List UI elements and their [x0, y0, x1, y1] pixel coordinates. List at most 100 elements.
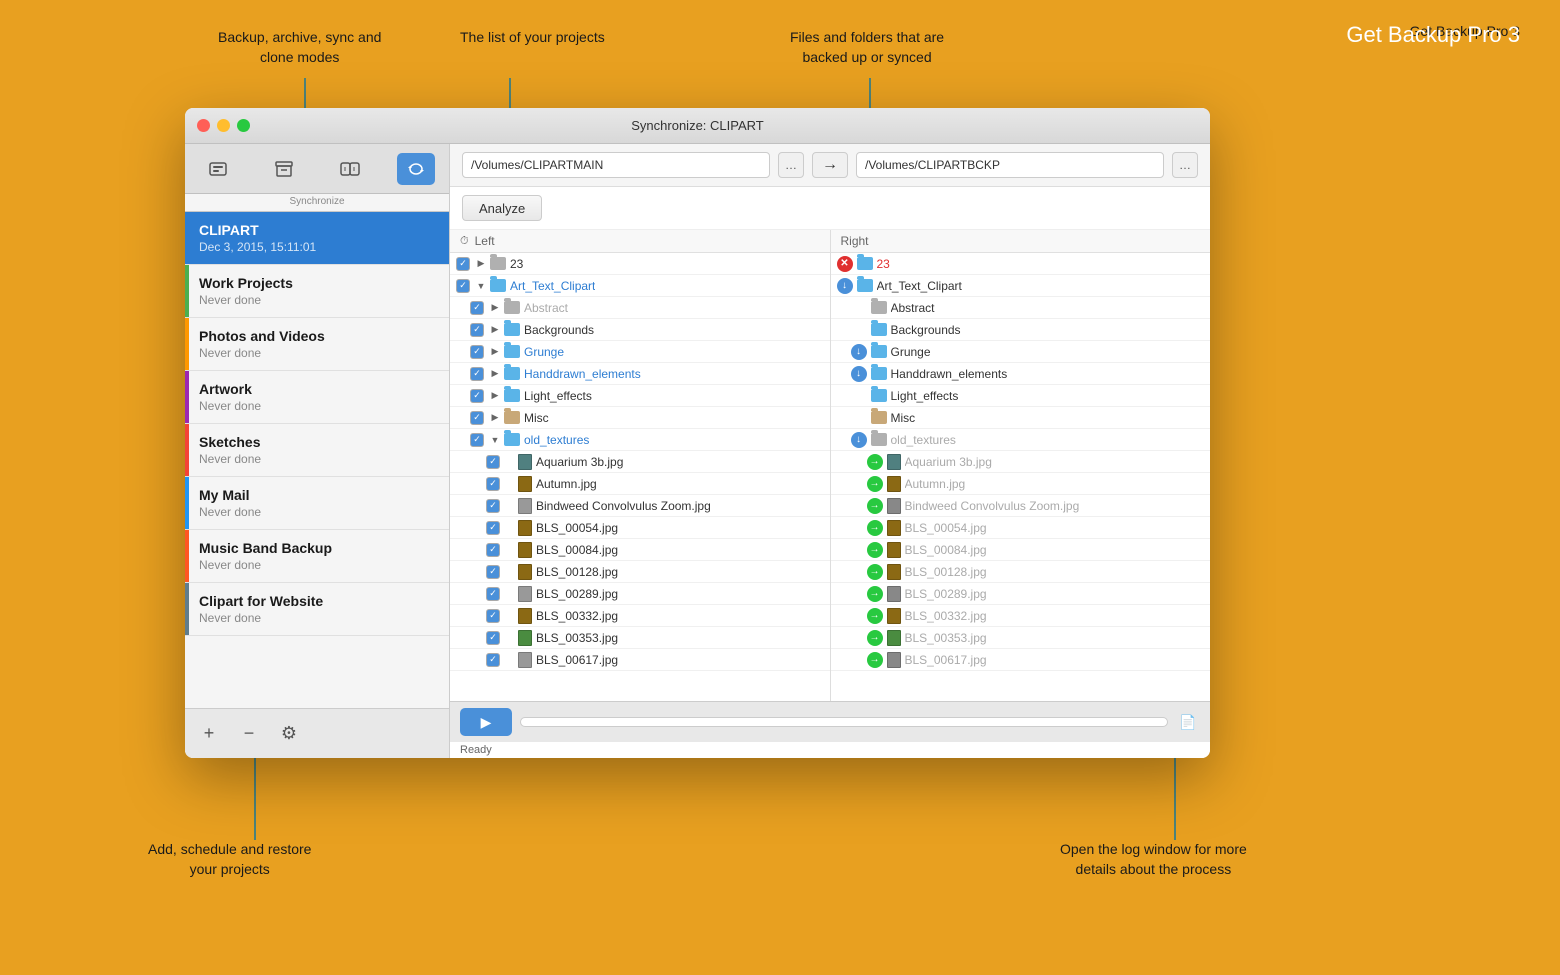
tree-checkbox[interactable]: ✓: [486, 521, 500, 535]
right-tree-row[interactable]: →BLS_00332.jpg: [831, 605, 1211, 627]
sync-mode-btn[interactable]: [397, 153, 435, 185]
right-tree-row[interactable]: Backgrounds: [831, 319, 1211, 341]
tree-checkbox[interactable]: ✓: [486, 455, 500, 469]
left-tree-row[interactable]: ✓BLS_00332.jpg: [450, 605, 830, 627]
tree-checkbox[interactable]: ✓: [456, 279, 470, 293]
tree-checkbox[interactable]: ✓: [486, 587, 500, 601]
project-item[interactable]: Work ProjectsNever done: [185, 265, 449, 318]
left-tree-row[interactable]: ✓Autumn.jpg: [450, 473, 830, 495]
left-tree-row[interactable]: ✓BLS_00617.jpg: [450, 649, 830, 671]
left-file-tree[interactable]: ⏱ Left ✓▶23✓▼Art_Text_Clipart✓▶Abstract✓…: [450, 230, 830, 701]
play-btn[interactable]: ▶: [460, 708, 512, 736]
right-path-browse-btn[interactable]: …: [1172, 152, 1198, 178]
add-project-btn[interactable]: +: [197, 722, 221, 746]
left-tree-row[interactable]: ✓▶Misc: [450, 407, 830, 429]
right-tree-row[interactable]: Misc: [831, 407, 1211, 429]
project-item[interactable]: Music Band BackupNever done: [185, 530, 449, 583]
right-tree-row[interactable]: ✕23: [831, 253, 1211, 275]
left-tree-row[interactable]: ✓BLS_00084.jpg: [450, 539, 830, 561]
tree-label: Light_effects: [524, 389, 592, 403]
left-tree-row[interactable]: ✓BLS_00289.jpg: [450, 583, 830, 605]
left-tree-row[interactable]: ✓▶Abstract: [450, 297, 830, 319]
tree-expander[interactable]: ▶: [488, 367, 502, 381]
right-tree-row[interactable]: →BLS_00128.jpg: [831, 561, 1211, 583]
close-button[interactable]: [197, 119, 210, 132]
left-tree-row[interactable]: ✓▼old_textures: [450, 429, 830, 451]
remove-project-btn[interactable]: −: [237, 722, 261, 746]
tree-expander[interactable]: ▶: [488, 301, 502, 315]
left-tree-row[interactable]: ✓ BLS_00353.jpg: [450, 627, 830, 649]
tree-checkbox[interactable]: ✓: [486, 499, 500, 513]
right-file-tree[interactable]: Right ✕23↓Art_Text_ClipartAbstractBackgr…: [831, 230, 1211, 701]
right-tree-row[interactable]: →Bindweed Convolvulus Zoom.jpg: [831, 495, 1211, 517]
right-tree-row[interactable]: ↓Handdrawn_elements: [831, 363, 1211, 385]
left-path-input[interactable]: [462, 152, 770, 178]
maximize-button[interactable]: [237, 119, 250, 132]
right-tree-row[interactable]: →Aquarium 3b.jpg: [831, 451, 1211, 473]
analyze-btn[interactable]: Analyze: [462, 195, 542, 221]
tree-checkbox[interactable]: ✓: [486, 565, 500, 579]
right-tree-row[interactable]: →BLS_00054.jpg: [831, 517, 1211, 539]
tree-checkbox[interactable]: ✓: [470, 411, 484, 425]
right-tree-row[interactable]: ↓old_textures: [831, 429, 1211, 451]
right-tree-row[interactable]: →Autumn.jpg: [831, 473, 1211, 495]
tree-checkbox[interactable]: ✓: [486, 543, 500, 557]
left-tree-row[interactable]: ✓▼Art_Text_Clipart: [450, 275, 830, 297]
tree-expander[interactable]: ▼: [488, 433, 502, 447]
project-item[interactable]: CLIPARTDec 3, 2015, 15:11:01: [185, 212, 449, 265]
tree-checkbox[interactable]: ✓: [470, 433, 484, 447]
right-tree-row[interactable]: →BLS_00353.jpg: [831, 627, 1211, 649]
tree-checkbox[interactable]: ✓: [456, 257, 470, 271]
left-tree-row[interactable]: ✓BLS_00054.jpg: [450, 517, 830, 539]
left-tree-row[interactable]: ✓ ▶ Light_effects: [450, 385, 830, 407]
left-tree-row[interactable]: ✓▶Grunge: [450, 341, 830, 363]
tree-checkbox[interactable]: ✓: [486, 477, 500, 491]
project-item[interactable]: ArtworkNever done: [185, 371, 449, 424]
right-tree-row[interactable]: Abstract: [831, 297, 1211, 319]
tree-checkbox[interactable]: ✓: [470, 345, 484, 359]
right-tree-row[interactable]: ↓Art_Text_Clipart: [831, 275, 1211, 297]
right-tree-row[interactable]: →BLS_00289.jpg: [831, 583, 1211, 605]
minimize-button[interactable]: [217, 119, 230, 132]
left-tree-row[interactable]: ✓Aquarium 3b.jpg: [450, 451, 830, 473]
tree-checkbox[interactable]: ✓: [486, 609, 500, 623]
project-item[interactable]: Photos and VideosNever done: [185, 318, 449, 371]
right-tree-row[interactable]: →BLS_00617.jpg: [831, 649, 1211, 671]
project-item[interactable]: My MailNever done: [185, 477, 449, 530]
settings-btn[interactable]: ⚙: [277, 722, 301, 746]
left-tree-row[interactable]: ✓▶Backgrounds: [450, 319, 830, 341]
left-tree-row[interactable]: ✓BLS_00128.jpg: [450, 561, 830, 583]
tree-label: Handdrawn_elements: [891, 367, 1008, 381]
tree-checkbox[interactable]: ✓: [470, 389, 484, 403]
right-path-input[interactable]: [856, 152, 1164, 178]
tree-expander[interactable]: ▶: [488, 323, 502, 337]
left-tree-row[interactable]: ✓▶Handdrawn_elements: [450, 363, 830, 385]
tree-checkbox[interactable]: ✓: [470, 367, 484, 381]
tree-expander[interactable]: ▶: [488, 389, 502, 403]
tree-label: BLS_00353.jpg: [536, 631, 618, 645]
archive-mode-btn[interactable]: [265, 153, 303, 185]
tree-expander[interactable]: ▶: [474, 257, 488, 271]
tree-expander[interactable]: ▼: [474, 279, 488, 293]
left-tree-row[interactable]: ✓Bindweed Convolvulus Zoom.jpg: [450, 495, 830, 517]
file-icon: [887, 564, 901, 580]
clone-mode-btn[interactable]: [331, 153, 369, 185]
tree-checkbox[interactable]: ✓: [486, 653, 500, 667]
backup-mode-btn[interactable]: [199, 153, 237, 185]
left-tree-row[interactable]: ✓▶23: [450, 253, 830, 275]
tree-checkbox[interactable]: ✓: [470, 301, 484, 315]
status-icon: ↓: [851, 432, 867, 448]
tree-checkbox[interactable]: ✓: [486, 631, 500, 645]
right-tree-row[interactable]: →BLS_00084.jpg: [831, 539, 1211, 561]
left-path-browse-btn[interactable]: …: [778, 152, 804, 178]
sync-direction-btn[interactable]: →: [812, 152, 848, 178]
tree-checkbox[interactable]: ✓: [470, 323, 484, 337]
project-item[interactable]: Clipart for WebsiteNever done: [185, 583, 449, 636]
tree-expander[interactable]: ▶: [488, 411, 502, 425]
right-tree-row[interactable]: ↓Grunge: [831, 341, 1211, 363]
project-item[interactable]: SketchesNever done: [185, 424, 449, 477]
right-tree-row[interactable]: Light_effects: [831, 385, 1211, 407]
tree-expander[interactable]: ▶: [488, 345, 502, 359]
folder-icon: [871, 345, 887, 358]
log-btn[interactable]: 📄: [1176, 710, 1200, 734]
